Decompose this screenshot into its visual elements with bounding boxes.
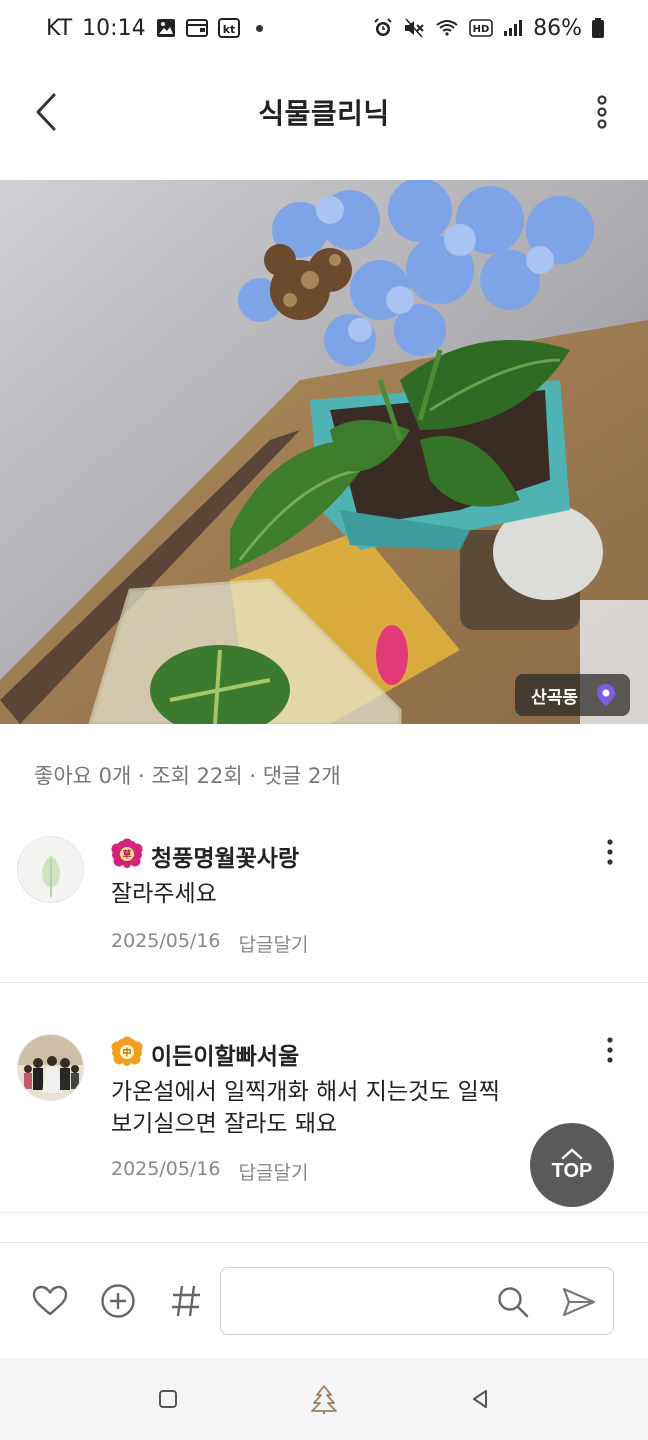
- comment-meta: 2025/05/16 답글달기: [111, 1158, 308, 1185]
- chevron-up-icon: [561, 1147, 583, 1159]
- comment-text: 잘라주세요: [111, 878, 217, 910]
- notification-dot: [255, 24, 263, 32]
- more-options-button[interactable]: [590, 90, 614, 134]
- avatar[interactable]: [17, 1034, 84, 1101]
- comment-input-bar: [0, 1242, 648, 1358]
- back-nav-button[interactable]: [458, 1377, 502, 1421]
- post-stats: 좋아요 0개 · 조회 22회 · 댓글 2개: [34, 764, 341, 788]
- comment-text: 가온설에서 일찍개화 해서 지는것도 일찍 보기실으면 잘라도 돼요: [111, 1076, 500, 1140]
- comment-text-line: 잘라주세요: [111, 881, 217, 907]
- status-left: KT 10:14 kt: [46, 16, 263, 41]
- send-icon: [562, 1287, 596, 1317]
- reply-button[interactable]: 답글달기: [239, 930, 309, 957]
- wifi-icon: [435, 18, 459, 38]
- attach-button[interactable]: [98, 1281, 138, 1321]
- comment-meta: 2025/05/16 답글달기: [111, 930, 308, 957]
- avatar[interactable]: [17, 836, 84, 903]
- location-pin-icon: [596, 683, 616, 707]
- wedding-photo-avatar-image: [18, 1035, 83, 1100]
- svg-text:草: 草: [122, 849, 131, 861]
- mute-icon: [403, 18, 425, 38]
- comment-text-line: 보기실으면 잘라도 돼요: [111, 1111, 338, 1137]
- signal-icon: [503, 19, 523, 37]
- comment-box: [220, 1267, 614, 1335]
- home-button[interactable]: [302, 1377, 346, 1421]
- grade-flower-badge-icon: 草: [111, 838, 143, 874]
- send-button[interactable]: [559, 1282, 599, 1322]
- kebab-menu-icon: [607, 1037, 613, 1063]
- reply-button[interactable]: 답글달기: [239, 1158, 309, 1185]
- battery-percent: 86%: [533, 15, 582, 41]
- hashtag-button[interactable]: [166, 1281, 206, 1321]
- post-photo[interactable]: 산곡동: [0, 180, 648, 724]
- kt-app-icon: kt: [217, 18, 240, 38]
- kebab-menu-icon: [597, 95, 607, 129]
- comment-author[interactable]: 이든이할빠서울: [151, 1037, 299, 1071]
- comment-date: 2025/05/16: [111, 930, 221, 952]
- app-header: 식물클리닉: [0, 60, 648, 164]
- clock: 10:14: [82, 15, 146, 41]
- svg-text:中: 中: [122, 1047, 131, 1059]
- system-navigation-bar: [0, 1358, 648, 1440]
- hashtag-icon: [172, 1285, 200, 1317]
- page-title: 식물클리닉: [258, 97, 390, 130]
- chevron-left-icon: [36, 93, 56, 131]
- hd-icon: HD: [469, 19, 493, 37]
- wallet-icon: [185, 19, 208, 37]
- comment-input[interactable]: [235, 1278, 485, 1324]
- status-right: HD 86%: [373, 16, 604, 41]
- grade-flower-badge-icon: 中: [111, 1036, 143, 1072]
- comment-author-row: 草 청풍명월꽃사랑: [111, 838, 299, 874]
- svg-text:HD: HD: [473, 24, 490, 35]
- tree-home-icon: [311, 1385, 337, 1414]
- default-leaf-avatar-icon: [18, 837, 83, 902]
- location-badge[interactable]: 산곡동: [515, 674, 630, 716]
- carrier-label: KT: [46, 15, 73, 41]
- comment-text-line: 가온설에서 일찍개화 해서 지는것도 일찍: [111, 1079, 500, 1105]
- divider: [0, 1212, 648, 1213]
- like-button[interactable]: [30, 1281, 70, 1321]
- comment-date: 2025/05/16: [111, 1158, 221, 1180]
- scroll-to-top-button[interactable]: TOP: [530, 1123, 614, 1207]
- plus-circle-icon: [101, 1284, 135, 1318]
- alarm-icon: [373, 18, 393, 38]
- kebab-menu-icon: [607, 839, 613, 865]
- comment-more-button[interactable]: [602, 1036, 618, 1064]
- back-button[interactable]: [26, 90, 66, 134]
- gallery-icon: [156, 18, 176, 38]
- comment-item: 草 청풍명월꽃사랑 잘라주세요 2025/05/16 답글달기: [0, 836, 648, 982]
- divider: [0, 982, 648, 983]
- comment-more-button[interactable]: [602, 838, 618, 866]
- status-bar: KT 10:14 kt HD 86%: [0, 0, 648, 56]
- svg-text:kt: kt: [222, 23, 235, 36]
- comment-author-row: 中 이든이할빠서울: [111, 1036, 299, 1072]
- search-icon: [498, 1287, 529, 1318]
- location-label: 산곡동: [531, 687, 578, 708]
- top-button-label: TOP: [551, 1159, 593, 1182]
- battery-icon: [592, 18, 604, 38]
- triangle-back-icon: [473, 1390, 487, 1408]
- hydrangea-photo-image: [0, 180, 648, 724]
- heart-icon: [32, 1285, 68, 1316]
- comment-author[interactable]: 청풍명월꽃사랑: [151, 839, 299, 873]
- recent-apps-icon: [159, 1390, 177, 1408]
- search-button[interactable]: [493, 1282, 533, 1322]
- recent-apps-button[interactable]: [146, 1377, 190, 1421]
